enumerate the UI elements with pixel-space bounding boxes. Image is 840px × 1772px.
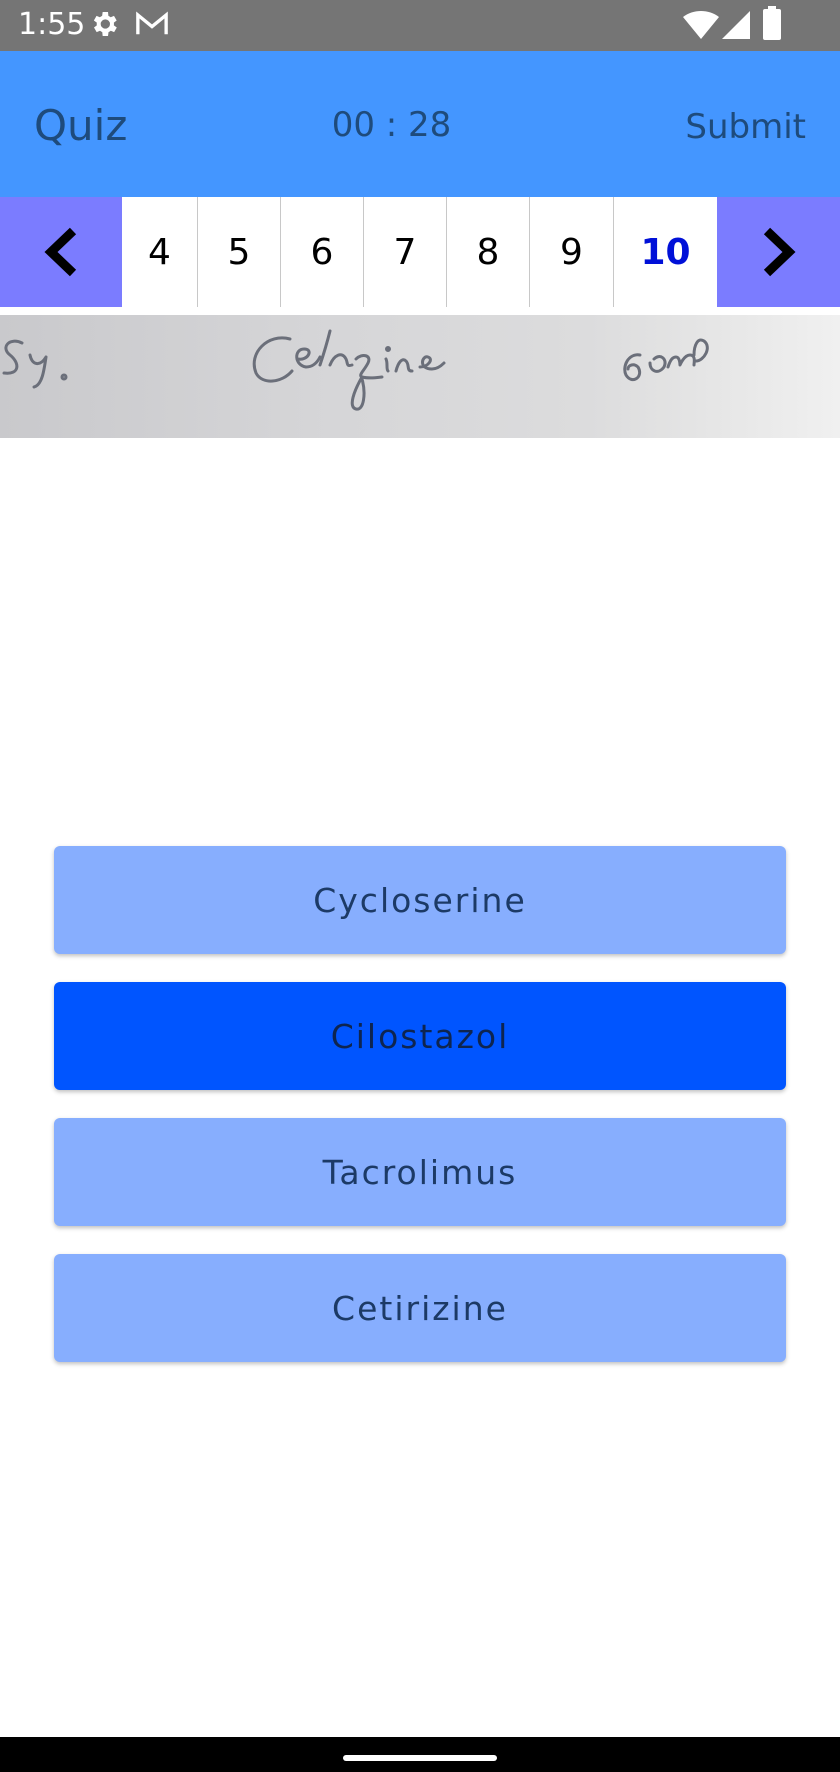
question-number-4[interactable]: 4 [122,197,198,307]
question-navigator: 4 5 6 7 8 9 10 [0,197,840,307]
gmail-icon [134,8,170,44]
question-number-6[interactable]: 6 [281,197,364,307]
signal-icon [722,10,750,44]
chevron-right-icon [763,227,796,277]
question-number-8[interactable]: 8 [447,197,530,307]
option-cilostazol[interactable]: Cilostazol [54,982,786,1090]
option-tacrolimus[interactable]: Tacrolimus [54,1118,786,1226]
home-indicator[interactable] [343,1755,497,1761]
status-time: 1:55 [18,7,86,42]
question-number-5[interactable]: 5 [198,197,281,307]
gear-icon [88,8,120,44]
previous-question-button[interactable] [0,197,122,307]
question-number-10[interactable]: 10 [614,197,717,307]
wifi-icon [683,10,719,44]
app-bar: Quiz 00 : 28 Submit [0,51,840,197]
question-number-9[interactable]: 9 [530,197,614,307]
chevron-left-icon [44,227,77,277]
question-number-7[interactable]: 7 [364,197,447,307]
quiz-timer: 00 : 28 [331,105,452,145]
option-cetirizine[interactable]: Cetirizine [54,1254,786,1362]
status-bar: 1:55 [0,0,840,51]
next-question-button[interactable] [717,197,840,307]
submit-button[interactable]: Submit [685,107,806,147]
system-nav-bar [0,1737,840,1772]
handwriting-image [2,329,709,411]
question-image [0,315,840,438]
battery-icon [763,6,781,44]
option-cycloserine[interactable]: Cycloserine [54,846,786,954]
